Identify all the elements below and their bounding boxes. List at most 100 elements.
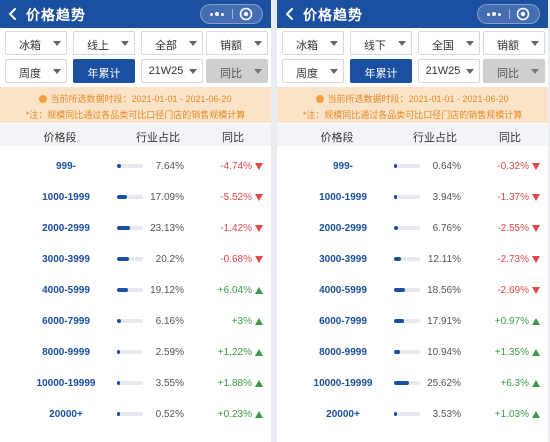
industry-share-cell: 3.94% <box>432 192 461 203</box>
more-dots-icon[interactable] <box>478 5 509 23</box>
table-row[interactable]: 10000-19999 3.55% +1.88% <box>0 367 271 398</box>
table-row[interactable]: 3000-3999 12.11% -2.73% <box>277 243 548 274</box>
price-segment-cell: 4000-5999 <box>42 285 90 296</box>
table-row[interactable]: 20000+ 3.53% +1.03% <box>277 398 548 429</box>
filter-row2-1-dropdown[interactable]: 周度 <box>282 59 344 83</box>
price-segment-cell: 2000-2999 <box>42 223 90 234</box>
filter-row1-2-dropdown[interactable]: 线下 <box>350 31 412 55</box>
industry-share-cell: 7.64% <box>155 161 184 172</box>
share-bar-fill <box>117 350 120 354</box>
filter-row2-2-button[interactable]: 年累计 <box>73 59 135 83</box>
filter-row1-4-dropdown[interactable]: 销额 <box>206 31 268 55</box>
price-segment-cell: 8000-9999 <box>319 347 367 358</box>
filter-label: 全部 <box>155 40 177 52</box>
price-segment-cell: 3000-3999 <box>319 254 367 265</box>
filter-row1-3-dropdown[interactable]: 全部 <box>141 31 203 55</box>
info-icon <box>39 95 48 103</box>
back-chevron-icon[interactable] <box>283 7 297 21</box>
yoy-cell: +0.23% <box>217 409 252 420</box>
filter-row2-1-dropdown[interactable]: 周度 <box>5 59 67 83</box>
industry-share-cell: 18.56% <box>427 285 461 296</box>
filter-row-1: 冰箱 线上 全部 销额 <box>0 31 271 55</box>
table-row[interactable]: 10000-19999 25.62% +6.3% <box>277 367 548 398</box>
table-row[interactable]: 2000-2999 23.13% -1.42% <box>0 212 271 243</box>
table-row[interactable]: 4000-5999 18.56% -2.69% <box>277 274 548 305</box>
caret-down-icon <box>330 41 338 46</box>
industry-share-cell: 6.76% <box>432 223 461 234</box>
share-bar-fill <box>394 195 397 199</box>
notice-period-text: 当前所选数据时段：2021-01-01 - 2021-06-20 <box>50 94 232 104</box>
share-bar-fill <box>394 257 401 261</box>
share-bar-fill <box>394 164 397 168</box>
share-bar-fill <box>394 319 404 323</box>
header-industry-share[interactable]: 行业占比 <box>118 129 198 145</box>
arrow-up-icon <box>255 411 263 418</box>
table-row[interactable]: 20000+ 0.52% +0.23% <box>0 398 271 429</box>
industry-share-cell: 23.13% <box>150 223 184 234</box>
filter-label: 年累计 <box>87 68 121 80</box>
table-row[interactable]: 1000-1999 17.09% -5.52% <box>0 181 271 212</box>
header-yoy[interactable]: 同比 <box>198 129 268 145</box>
industry-share-cell: 20.2% <box>155 254 184 265</box>
notice-banner: 当前所选数据时段：2021-01-01 - 2021-06-20 *注：规模同比… <box>277 87 548 123</box>
header-price-segment[interactable]: 价格段 <box>297 129 377 145</box>
filter-row2-4-dropdown[interactable]: 同比 <box>483 59 545 83</box>
industry-share-cell: 0.64% <box>432 161 461 172</box>
yoy-cell: +1.35% <box>494 347 529 358</box>
caret-down-icon <box>398 41 406 46</box>
price-segment-cell: 6000-7999 <box>319 316 367 327</box>
table-row[interactable]: 6000-7999 6.16% +3% <box>0 305 271 336</box>
share-bar-fill <box>117 257 129 261</box>
share-bar-fill <box>117 381 120 385</box>
arrow-down-icon <box>532 163 540 170</box>
yoy-cell: -0.32% <box>497 161 529 172</box>
back-chevron-icon[interactable] <box>6 7 20 21</box>
caret-down-icon <box>189 41 197 46</box>
price-segment-cell: 1000-1999 <box>42 192 90 203</box>
filter-row2-4-dropdown[interactable]: 同比 <box>206 59 268 83</box>
filter-row1-3-dropdown[interactable]: 全国 <box>418 31 480 55</box>
table-row[interactable]: 8000-9999 10.94% +1.35% <box>277 336 548 367</box>
more-dots-icon[interactable] <box>201 5 232 23</box>
panel-online: 价格趋势 冰箱 线上 全部 销额 周度 年累计 21W25 同比 当前所选数据时段：2021… <box>0 0 271 442</box>
price-segment-cell: 20000+ <box>326 409 360 420</box>
arrow-down-icon <box>255 163 263 170</box>
caret-down-icon <box>466 41 474 46</box>
table-row[interactable]: 4000-5999 19.12% +6.04% <box>0 274 271 305</box>
header-price-segment[interactable]: 价格段 <box>20 129 100 145</box>
table-row[interactable]: 2000-2999 6.76% -2.55% <box>277 212 548 243</box>
header-industry-share[interactable]: 行业占比 <box>395 129 475 145</box>
target-icon[interactable] <box>239 7 253 21</box>
filter-row1-1-dropdown[interactable]: 冰箱 <box>282 31 344 55</box>
filter-row1-1-dropdown[interactable]: 冰箱 <box>5 31 67 55</box>
table-row[interactable]: 999- 0.64% -0.32% <box>277 150 548 181</box>
table-row[interactable]: 1000-1999 3.94% -1.37% <box>277 181 548 212</box>
filter-row2-2-button[interactable]: 年累计 <box>350 59 412 83</box>
yoy-cell: -1.42% <box>220 223 252 234</box>
filter-row1-4-dropdown[interactable]: 销额 <box>483 31 545 55</box>
notice-footnote: *注：规模同比通过各品类可比口径门店的销售规模计算 <box>302 110 523 120</box>
table-row[interactable]: 999- 7.64% -4.74% <box>0 150 271 181</box>
header-yoy[interactable]: 同比 <box>475 129 545 145</box>
table-row[interactable]: 6000-7999 17.91% +0.97% <box>277 305 548 336</box>
share-bar-fill <box>117 319 121 323</box>
price-segment-cell: 10000-19999 <box>36 378 96 389</box>
filter-row-1: 冰箱 线下 全国 销额 <box>277 31 548 55</box>
yoy-cell: -4.74% <box>220 161 252 172</box>
share-bar-fill <box>117 164 121 168</box>
filter-row1-2-dropdown[interactable]: 线上 <box>73 31 135 55</box>
capsule-divider <box>232 9 233 19</box>
industry-share-cell: 6.16% <box>155 316 184 327</box>
arrow-up-icon <box>532 349 540 356</box>
filter-label: 销额 <box>497 40 519 52</box>
table-row[interactable]: 3000-3999 20.2% -0.68% <box>0 243 271 274</box>
arrow-down-icon <box>255 256 263 263</box>
industry-share-cell: 19.12% <box>150 285 184 296</box>
filter-row2-3-dropdown[interactable]: 21W25 <box>418 59 480 83</box>
target-icon[interactable] <box>516 7 530 21</box>
mini-program-capsule <box>477 4 540 24</box>
filter-label: 周度 <box>296 68 318 80</box>
table-row[interactable]: 8000-9999 2.59% +1.22% <box>0 336 271 367</box>
filter-label: 21W25 <box>148 65 184 77</box>
filter-row2-3-dropdown[interactable]: 21W25 <box>141 59 203 83</box>
